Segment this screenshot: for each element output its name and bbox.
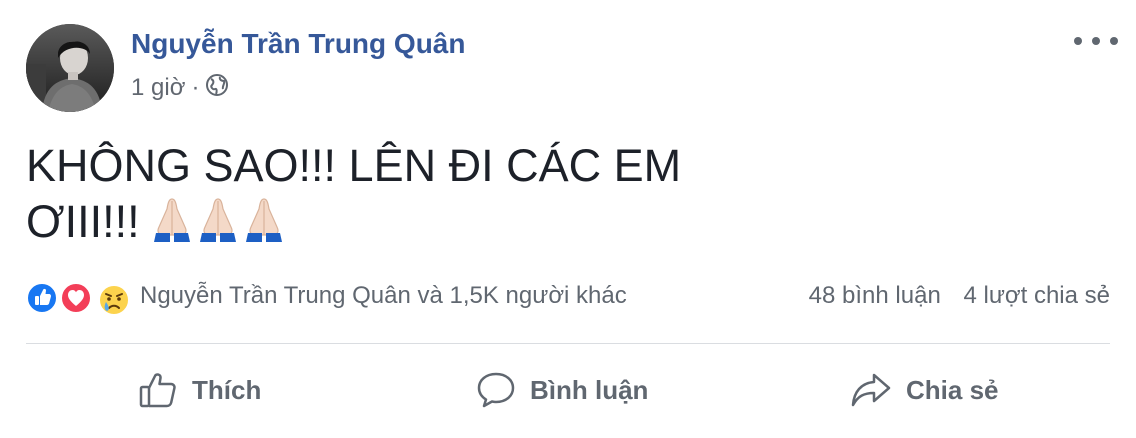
like-label: Thích xyxy=(192,374,262,405)
folded-hands-emoji-icon xyxy=(245,198,282,242)
share-label: Chia sẻ xyxy=(906,374,999,405)
share-arrow-icon xyxy=(851,373,891,407)
author-name[interactable]: Nguyễn Trần Trung Quân xyxy=(131,28,465,60)
comment-icon xyxy=(477,372,515,408)
more-dot xyxy=(1092,37,1100,45)
reaction-names[interactable]: Nguyễn Trần Trung Quân và 1,5K người khá… xyxy=(140,282,627,310)
engagement-counts: 48 bình luận 4 lượt chia sẻ xyxy=(809,282,1110,310)
more-dot xyxy=(1110,37,1118,45)
meta-separator: · xyxy=(191,74,200,101)
post-text: KHÔNG SAO!!! LÊN ĐI CÁC EM ƠIII!!! xyxy=(26,138,786,250)
post-text-line-2: ƠIII!!! xyxy=(26,194,786,250)
globe-icon[interactable] xyxy=(205,73,229,104)
share-button[interactable]: Chia sẻ xyxy=(850,366,999,414)
comments-count[interactable]: 48 bình luận xyxy=(809,282,941,309)
comment-label: Bình luận xyxy=(530,374,649,405)
author-avatar[interactable] xyxy=(26,24,114,112)
thumbs-up-icon xyxy=(139,373,176,408)
more-options-icon[interactable] xyxy=(1074,30,1118,52)
like-icon xyxy=(26,282,58,314)
shares-count[interactable]: 4 lượt chia sẻ xyxy=(963,282,1110,309)
post-actions: Thích Bình luận Chia sẻ xyxy=(26,344,1110,438)
post-text-line-1: KHÔNG SAO!!! LÊN ĐI CÁC EM xyxy=(26,140,682,191)
reaction-icons[interactable] xyxy=(26,280,136,316)
post-timestamp[interactable]: 1 giờ xyxy=(131,74,185,102)
love-icon xyxy=(60,282,92,314)
folded-hands-emoji-icon xyxy=(199,198,236,242)
post-meta: 1 giờ · xyxy=(131,73,229,104)
comment-button[interactable]: Bình luận xyxy=(476,366,648,414)
post-text-line-2-text: ƠIII!!! xyxy=(26,196,140,247)
more-dot xyxy=(1074,37,1082,45)
sad-icon xyxy=(98,284,130,316)
emoji-group xyxy=(150,195,286,243)
reactions-summary: Nguyễn Trần Trung Quân và 1,5K người khá… xyxy=(26,278,1110,318)
like-button[interactable]: Thích xyxy=(138,366,261,414)
facebook-post: Nguyễn Trần Trung Quân 1 giờ · KHÔNG SAO… xyxy=(0,0,1136,438)
folded-hands-emoji-icon xyxy=(153,198,190,242)
